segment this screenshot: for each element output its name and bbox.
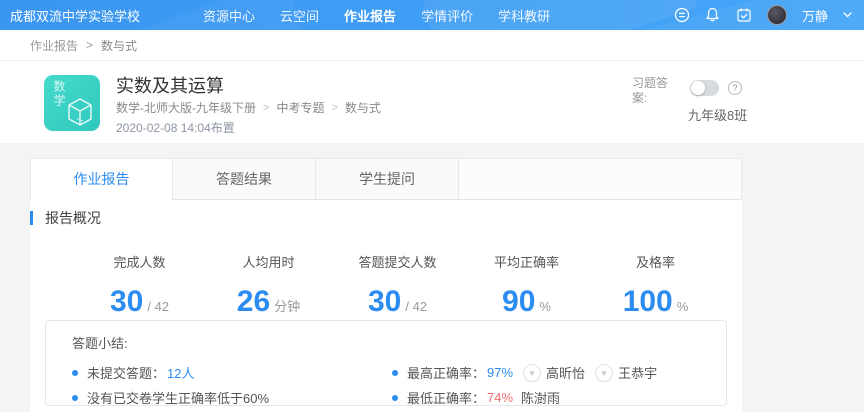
top-navigation-bar: 成都双流中学实验学校 资源中心 云空间 作业报告 学情评价 学科教研 万静 xyxy=(0,0,864,30)
user-name[interactable]: 万静 xyxy=(802,6,828,25)
path-textbook: 数学-北师大版-九年级下册 xyxy=(116,99,256,116)
stat-value: 30/ 42 xyxy=(333,287,462,322)
heart-icon[interactable]: ♥ xyxy=(595,364,613,382)
student-name: 陈澍雨 xyxy=(521,388,560,407)
math-subject-icon: 数学 xyxy=(44,75,100,131)
calendar-check-icon[interactable] xyxy=(736,7,752,23)
section-header: 报告概况 xyxy=(30,208,101,228)
bell-icon[interactable] xyxy=(705,7,721,23)
bullet-dot-icon xyxy=(72,395,78,401)
bullet-dot-icon xyxy=(392,370,398,376)
stat-value: 26分钟 xyxy=(204,287,333,322)
stat-submitted: 答题提交人数 30/ 42 xyxy=(333,252,462,322)
nav-item-learning-evaluation[interactable]: 学情评价 xyxy=(421,6,473,25)
path-subtopic: 数与式 xyxy=(345,99,381,116)
stat-label: 答题提交人数 xyxy=(333,252,462,271)
stat-completed: 完成人数 30/ 42 xyxy=(75,252,204,322)
stat-value: 30/ 42 xyxy=(75,287,204,322)
stat-value: 100% xyxy=(591,287,720,322)
stat-avg-accuracy: 平均正确率 90% xyxy=(462,252,591,322)
cube-icon xyxy=(65,95,95,127)
nav-item-subject-research[interactable]: 学科教研 xyxy=(498,6,550,25)
section-accent-bar xyxy=(30,211,33,225)
answers-toggle[interactable] xyxy=(690,80,719,96)
summary-left-column: 未提交答题： 12人 没有已交卷学生正确率低于60% xyxy=(72,360,392,410)
path-separator: > xyxy=(331,102,337,114)
summary-title: 答题小结: xyxy=(72,333,726,352)
heart-icon[interactable]: ♥ xyxy=(523,364,541,382)
stat-avg-time: 人均用时 26分钟 xyxy=(204,252,333,322)
path-topic: 中考专题 xyxy=(276,99,324,116)
breadcrumb-separator: > xyxy=(86,38,93,52)
nav-item-resource-center[interactable]: 资源中心 xyxy=(203,6,255,25)
class-name: 九年级8班 xyxy=(688,105,747,124)
stat-label: 平均正确率 xyxy=(462,252,591,271)
answer-summary-box: 答题小结: 未提交答题： 12人 没有已交卷学生正确率低于60% 最高正确率： … xyxy=(45,320,727,406)
tab-student-questions[interactable]: 学生提问 xyxy=(316,158,459,200)
summary-item-unsubmitted: 未提交答题： 12人 xyxy=(72,360,392,385)
student-name: 高昕怡 xyxy=(546,363,585,382)
qa-icon[interactable] xyxy=(674,7,690,23)
stat-label: 及格率 xyxy=(591,252,720,271)
nav-item-homework-report[interactable]: 作业报告 xyxy=(344,6,396,25)
breadcrumb-bar: 作业报告 > 数与式 xyxy=(0,30,864,61)
bullet-dot-icon xyxy=(72,370,78,376)
nav-item-cloud-space[interactable]: 云空间 xyxy=(280,6,319,25)
summary-right-column: 最高正确率： 97% ♥ 高昕怡 ♥ 王恭宇 最低正确率： 74% 陈澍雨 xyxy=(392,360,726,410)
homework-path: 数学-北师大版-九年级下册 > 中考专题 > 数与式 xyxy=(116,99,381,116)
student-name: 王恭宇 xyxy=(618,363,657,382)
breadcrumb-current: 数与式 xyxy=(101,37,137,54)
homework-info-section: 数学 实数及其运算 数学-北师大版-九年级下册 > 中考专题 > 数与式 202… xyxy=(0,61,864,143)
highest-accuracy-value: 97% xyxy=(487,365,513,380)
stat-value: 90% xyxy=(462,287,591,322)
stat-label: 完成人数 xyxy=(75,252,204,271)
stat-pass-rate: 及格率 100% xyxy=(591,252,720,322)
homework-title: 实数及其运算 xyxy=(116,72,224,98)
toggle-knob xyxy=(691,81,705,95)
path-separator: > xyxy=(263,102,269,114)
tab-homework-report[interactable]: 作业报告 xyxy=(30,158,173,200)
help-icon[interactable]: ? xyxy=(728,81,742,95)
breadcrumb: 作业报告 > 数与式 xyxy=(30,37,137,54)
summary-item-lowest-accuracy: 最低正确率： 74% 陈澍雨 xyxy=(392,385,726,410)
bullet-dot-icon xyxy=(392,395,398,401)
unsubmitted-count-link[interactable]: 12人 xyxy=(167,363,194,382)
user-avatar[interactable] xyxy=(767,5,787,25)
exercise-answers-label: 习题答案: xyxy=(632,76,682,106)
school-name: 成都双流中学实验学校 xyxy=(10,6,140,25)
report-overview-card: 报告概况 完成人数 30/ 42 人均用时 26分钟 答题提交人数 30/ 42… xyxy=(30,200,742,412)
chevron-down-icon[interactable] xyxy=(843,10,852,21)
report-tabs: 作业报告 答题结果 学生提问 xyxy=(30,158,742,200)
main-nav: 资源中心 云空间 作业报告 学情评价 学科教研 xyxy=(203,6,550,25)
tab-answer-results[interactable]: 答题结果 xyxy=(173,158,316,200)
header-actions: 万静 xyxy=(674,0,852,30)
summary-item-no-low-accuracy: 没有已交卷学生正确率低于60% xyxy=(72,385,392,410)
lowest-accuracy-value: 74% xyxy=(487,390,513,405)
breadcrumb-parent-link[interactable]: 作业报告 xyxy=(30,37,78,54)
stats-row: 完成人数 30/ 42 人均用时 26分钟 答题提交人数 30/ 42 平均正确… xyxy=(75,252,720,322)
stat-label: 人均用时 xyxy=(204,252,333,271)
tabstrip-filler xyxy=(459,158,742,200)
section-title: 报告概况 xyxy=(45,208,101,228)
assigned-date: 2020-02-08 14:04布置 xyxy=(116,119,235,136)
summary-item-highest-accuracy: 最高正确率： 97% ♥ 高昕怡 ♥ 王恭宇 xyxy=(392,360,726,385)
